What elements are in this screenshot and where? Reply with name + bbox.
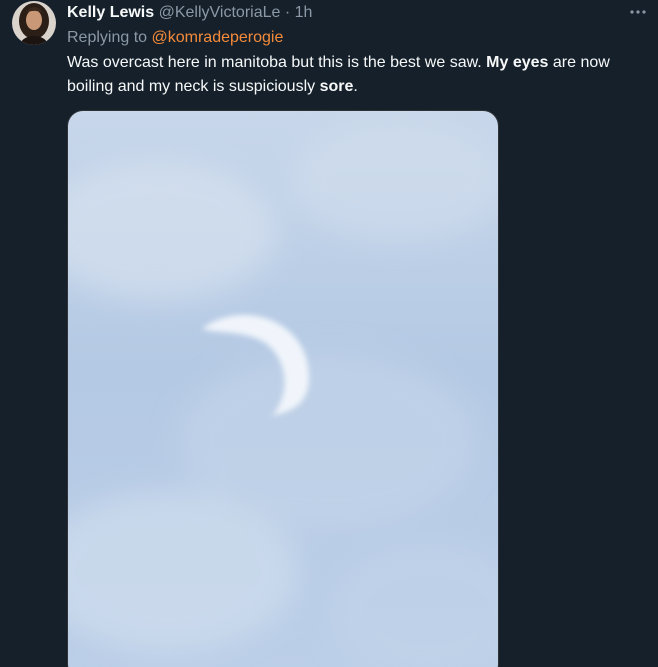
reply-mention-link[interactable]: @komradeperogie: [152, 29, 284, 46]
tweet-text-bold: My eyes: [486, 54, 549, 71]
tweet-photo[interactable]: [67, 110, 499, 667]
replying-prefix: Replying to: [67, 29, 148, 46]
tweet-text-bold: sore: [319, 78, 354, 95]
more-horizontal-icon[interactable]: [626, 0, 650, 24]
header-separator: ·: [284, 4, 291, 21]
author-handle[interactable]: @KellyVictoriaLe: [159, 4, 281, 21]
tweet-text-part: Was overcast here in manitoba but this i…: [67, 54, 487, 71]
tweet-text-part: .: [353, 78, 358, 95]
tweet-text: Was overcast here in manitoba but this i…: [67, 51, 637, 99]
author-name[interactable]: Kelly Lewis: [67, 4, 154, 21]
tweet[interactable]: Kelly Lewis @KellyVictoriaLe · 1h Replyi…: [0, 0, 658, 667]
avatar[interactable]: [12, 1, 56, 45]
tweet-header: Kelly Lewis @KellyVictoriaLe · 1h: [67, 3, 312, 23]
timestamp[interactable]: 1h: [295, 4, 313, 21]
replying-to: Replying to @komradeperogie: [67, 28, 283, 48]
